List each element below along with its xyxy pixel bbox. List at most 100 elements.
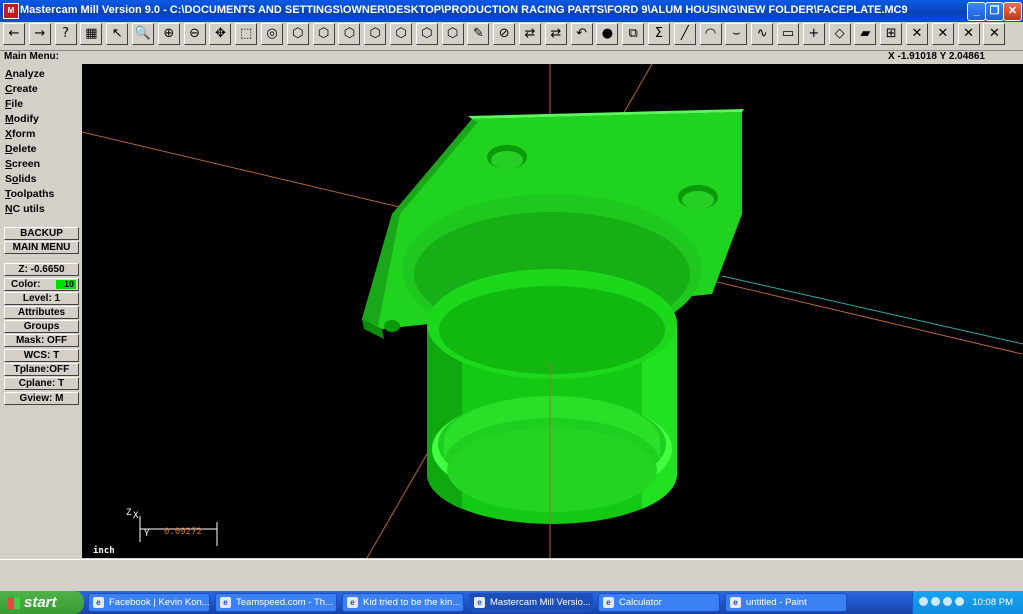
bolt-hole-2-inner: [682, 191, 714, 209]
toolpath-button[interactable]: ⊞: [880, 23, 903, 45]
cplane-front-button[interactable]: ⬡: [415, 23, 438, 45]
measure-button[interactable]: ✎: [467, 23, 490, 45]
zoom-window-button[interactable]: 🔍: [132, 23, 154, 45]
line-icon: ╱: [680, 26, 689, 41]
trim-1-button[interactable]: ✕: [906, 23, 928, 45]
security-icon[interactable]: [943, 597, 952, 606]
analyze-icon: ↖: [111, 26, 123, 41]
volume-icon[interactable]: [931, 597, 940, 606]
repaint-button[interactable]: ◎: [261, 23, 283, 45]
view-side-button[interactable]: ⬡: [338, 23, 361, 45]
toolpath-icon: ⊞: [885, 26, 897, 41]
taskbar-item[interactable]: e untitled - Paint: [725, 593, 847, 612]
groups-button[interactable]: ⧉: [622, 23, 645, 45]
menu-file[interactable]: File: [5, 97, 23, 111]
arc-button[interactable]: ◠: [699, 23, 722, 45]
main-menu-button[interactable]: MAIN MENU: [4, 241, 79, 254]
attributes-button[interactable]: Attributes: [4, 306, 79, 319]
menu-solids[interactable]: Solids: [5, 172, 37, 186]
taskbar-item-label: Calculator: [619, 597, 662, 608]
trim-3-button[interactable]: ✕: [957, 23, 980, 45]
zoom-out-button[interactable]: ⊖: [183, 23, 206, 45]
back-button[interactable]: ←: [3, 23, 25, 45]
back-icon: ←: [8, 26, 20, 41]
cplane-button[interactable]: Cplane: T: [4, 377, 79, 390]
menu-delete[interactable]: Delete: [5, 142, 37, 156]
fillet-button[interactable]: ⌣: [725, 23, 748, 45]
shade-icon: ●: [601, 26, 614, 41]
menu-nc-utils[interactable]: NC utils: [5, 202, 45, 216]
help-button[interactable]: ?: [54, 23, 77, 45]
cplane-side-button[interactable]: ⬡: [441, 23, 464, 45]
title-bar[interactable]: M Mastercam Mill Version 9.0 - C:\DOCUME…: [0, 0, 1023, 22]
z-depth-button[interactable]: Z: -0.6650: [4, 263, 79, 276]
taskbar-item[interactable]: e Facebook | Kevin Kon...: [88, 593, 210, 612]
spline-icon: ∿: [756, 26, 768, 41]
taskbar: start e Facebook | Kevin Kon... e Teamspeed…: [0, 591, 1023, 614]
calculator-button[interactable]: ▦: [80, 23, 103, 45]
mask-button[interactable]: Mask: OFF: [4, 334, 79, 347]
power-icon[interactable]: [955, 597, 964, 606]
cplane-side-icon: ⬡: [446, 26, 459, 41]
trim-4-button[interactable]: ✕: [983, 23, 1006, 45]
pan-button[interactable]: ✥: [209, 23, 232, 45]
close-button[interactable]: ✕: [1003, 2, 1022, 21]
status-row: Main Menu: X -1.91018 Y 2.04861: [0, 51, 1023, 64]
taskbar-item[interactable]: e Mastercam Mill Versio...: [469, 593, 593, 612]
maximize-button[interactable]: ❐: [985, 2, 1004, 21]
spline-button[interactable]: ∿: [751, 23, 774, 45]
color-swatch: 10: [56, 280, 76, 289]
sum-button[interactable]: Σ: [648, 23, 670, 45]
wcs-button[interactable]: WCS: T: [4, 349, 79, 362]
solid-button[interactable]: ▰: [854, 23, 877, 45]
trim-2-icon: ✕: [937, 26, 949, 41]
start-button[interactable]: start: [0, 591, 84, 614]
delete-icon: ⊘: [498, 26, 510, 41]
view-front-button[interactable]: ⬡: [312, 23, 335, 45]
zoom-in-button[interactable]: ⊕: [157, 23, 180, 45]
menu-create[interactable]: Create: [5, 82, 38, 96]
line-button[interactable]: ╱: [673, 23, 696, 45]
cylinder-top-step: [439, 286, 665, 374]
surface-button[interactable]: ◇: [828, 23, 851, 45]
cplane-top-button[interactable]: ⬡: [390, 23, 412, 45]
units-label: inch: [93, 546, 115, 556]
backup-button[interactable]: BACKUP: [4, 227, 79, 240]
menu-modify[interactable]: Modify: [5, 112, 39, 126]
menu-xform[interactable]: Xform: [5, 127, 35, 141]
mastercam-icon[interactable]: M: [3, 3, 19, 19]
groups-button[interactable]: Groups: [4, 320, 79, 333]
delete-button[interactable]: ⊘: [493, 23, 516, 45]
graphics-viewport[interactable]: Z X Y 0.09272 inch: [82, 64, 1023, 558]
analyze-button[interactable]: ↖: [106, 23, 129, 45]
axis-x-label: X: [133, 511, 139, 521]
windows-logo-icon: [8, 597, 20, 610]
view-iso-button[interactable]: ⬡: [364, 23, 387, 45]
color-label: Color:: [11, 279, 41, 290]
forward-button[interactable]: →: [28, 23, 51, 45]
taskbar-item[interactable]: e Teamspeed.com - Th...: [215, 593, 337, 612]
network-icon[interactable]: [919, 597, 928, 606]
menu-screen[interactable]: Screen: [5, 157, 40, 171]
transform-button[interactable]: ⇄: [519, 23, 541, 45]
color-button[interactable]: Color: 10: [4, 278, 79, 291]
taskbar-item[interactable]: e Kid tried to be the kin...: [342, 593, 464, 612]
minimize-button[interactable]: _: [967, 2, 986, 21]
level-button[interactable]: Level: 1: [4, 292, 79, 305]
surface-icon: ◇: [834, 26, 845, 41]
shade-button[interactable]: ●: [596, 23, 619, 45]
taskbar-item[interactable]: e Calculator: [598, 593, 720, 612]
trim-2-button[interactable]: ✕: [931, 23, 954, 45]
undo-button[interactable]: ↶: [570, 23, 593, 45]
rectangle-button[interactable]: ▭: [777, 23, 799, 45]
gview-button[interactable]: Gview: M: [4, 392, 79, 405]
transform-2-button[interactable]: ⇄: [544, 23, 567, 45]
point-button[interactable]: +: [802, 23, 825, 45]
view-top-button[interactable]: ⬡: [286, 23, 309, 45]
menu-toolpaths[interactable]: Toolpaths: [5, 187, 54, 201]
menu-analyze[interactable]: Analyze: [5, 67, 45, 81]
trim-4-icon: ✕: [988, 26, 1000, 41]
axis-line-aux: [721, 275, 1023, 345]
fit-button[interactable]: ⬚: [235, 23, 258, 45]
tplane-button[interactable]: Tplane:OFF: [4, 363, 79, 376]
